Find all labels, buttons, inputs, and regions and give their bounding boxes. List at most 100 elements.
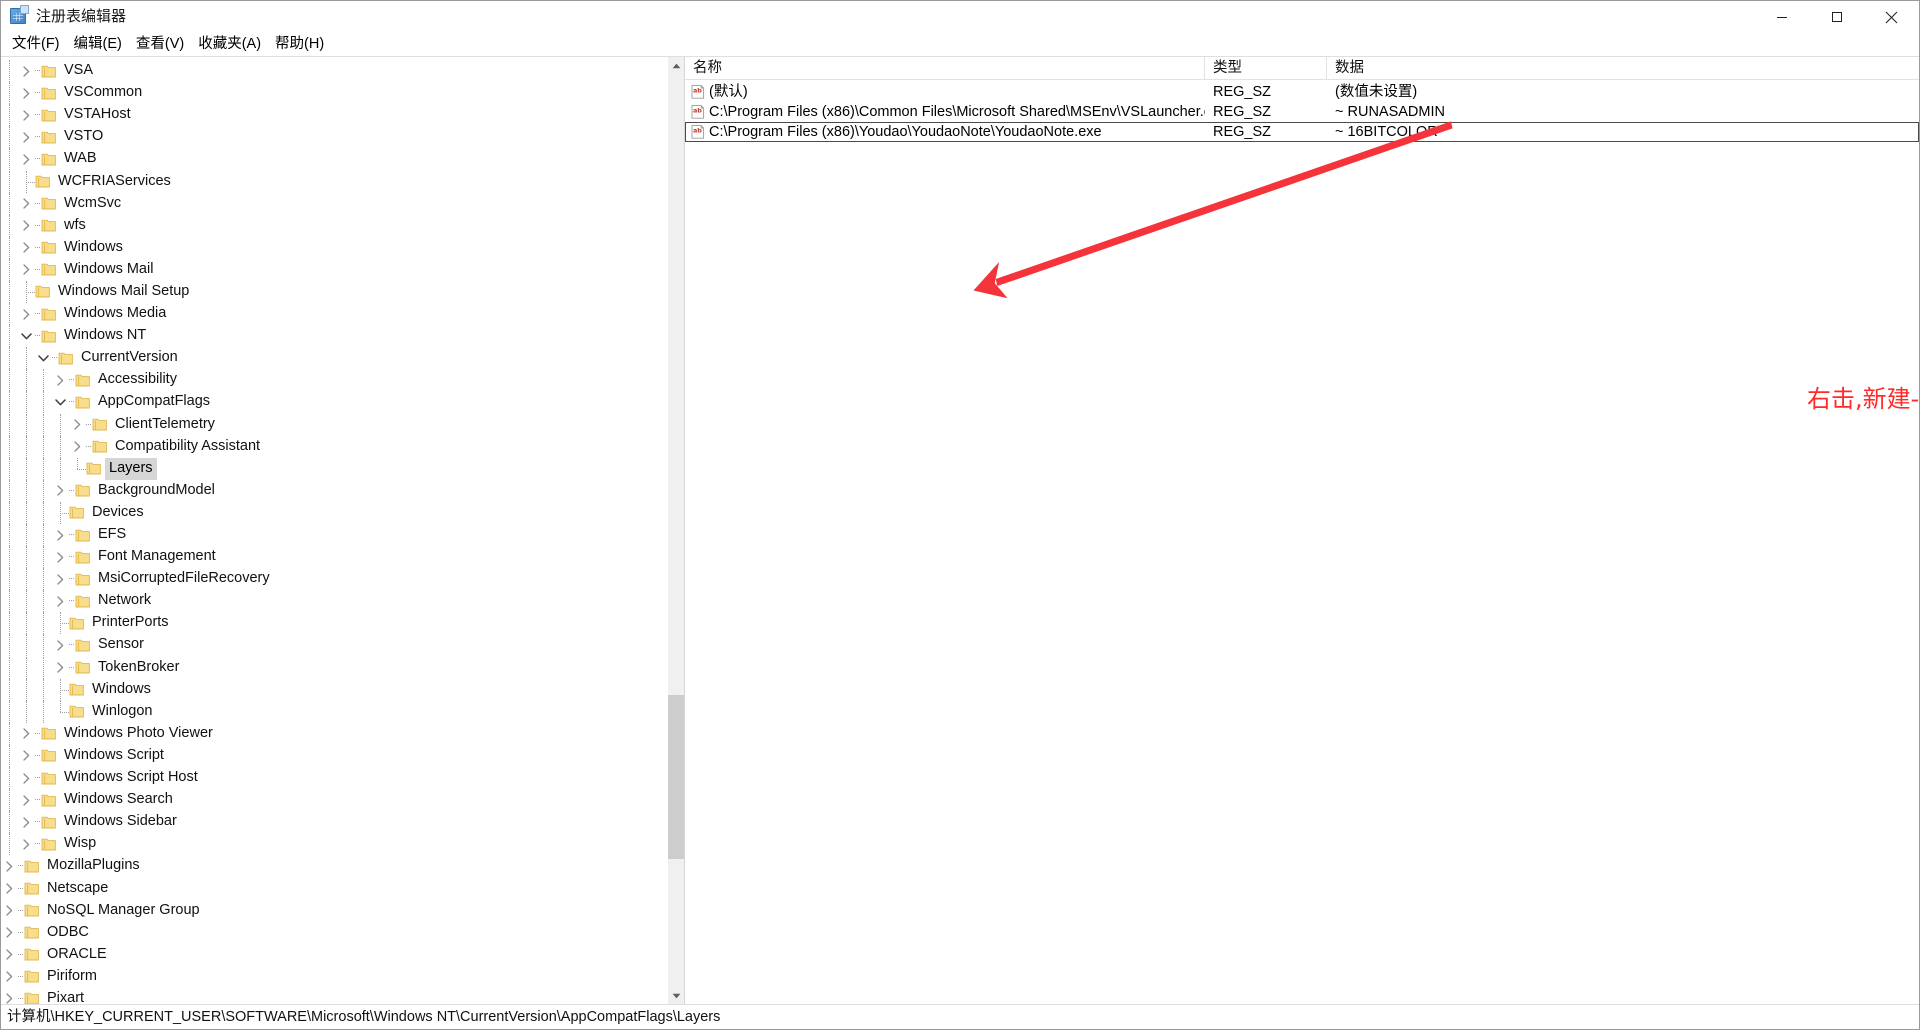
chevron-right-icon[interactable] xyxy=(52,658,69,678)
tree-item-windows-search[interactable]: Windows Search xyxy=(1,789,667,812)
chevron-right-icon[interactable] xyxy=(69,415,86,435)
chevron-right-icon[interactable] xyxy=(1,989,18,1004)
table-row[interactable]: ab C:\Program Files (x86)\Common Files\Mi… xyxy=(685,102,1919,122)
tree-item-oracle[interactable]: ORACLE xyxy=(1,944,667,966)
tree-item-clienttelemetry[interactable]: ClientTelemetry xyxy=(1,413,667,436)
table-row[interactable]: ab (默认) REG_SZ (数值未设置) xyxy=(685,82,1919,102)
chevron-right-icon[interactable] xyxy=(52,370,69,390)
chevron-right-icon[interactable] xyxy=(18,304,35,324)
tree-item-windows-mail-setup[interactable]: Windows Mail Setup xyxy=(1,280,667,303)
tree-item-mozillaplugins[interactable]: MozillaPlugins xyxy=(1,855,667,877)
tree-item-nosql-manager-group[interactable]: NoSQL Manager Group xyxy=(1,900,667,922)
tree-item-backgroundmodel[interactable]: BackgroundModel xyxy=(1,479,667,502)
tree-item-windows-nt[interactable]: Windows NT xyxy=(1,325,667,348)
tree-item-wcmsvc[interactable]: WcmSvc xyxy=(1,192,667,215)
chevron-right-icon[interactable] xyxy=(52,569,69,589)
menu-file[interactable]: 文件(F) xyxy=(5,34,67,56)
tree-vertical-scrollbar[interactable] xyxy=(667,57,684,1004)
registry-tree[interactable]: VSA VSCommon VSTAHost VSTO WAB WCFRIAServices… xyxy=(1,57,667,1004)
tree-item-piriform[interactable]: Piriform xyxy=(1,966,667,988)
close-button[interactable] xyxy=(1864,1,1919,33)
tree-item-windows[interactable]: Windows xyxy=(1,236,667,259)
tree-item-appcompatflags[interactable]: AppCompatFlags xyxy=(1,391,667,414)
tree-item-msicorruptedfilerecovery[interactable]: MsiCorruptedFileRecovery xyxy=(1,568,667,591)
chevron-right-icon[interactable] xyxy=(52,635,69,655)
tree-scrollbar-thumb[interactable] xyxy=(668,694,684,860)
chevron-right-icon[interactable] xyxy=(18,238,35,258)
chevron-right-icon[interactable] xyxy=(1,856,18,876)
scroll-up-arrow-icon[interactable] xyxy=(668,57,684,74)
tree-item-windows-photo-viewer[interactable]: Windows Photo Viewer xyxy=(1,722,667,745)
tree-item-windows-script[interactable]: Windows Script xyxy=(1,744,667,767)
chevron-right-icon[interactable] xyxy=(18,768,35,788)
tree-item-vstahost[interactable]: VSTAHost xyxy=(1,104,667,127)
chevron-right-icon[interactable] xyxy=(18,790,35,810)
menu-help[interactable]: 帮助(H) xyxy=(268,34,331,56)
column-header-data[interactable]: 数据 xyxy=(1327,57,1919,79)
tree-item-winlogon[interactable]: Winlogon xyxy=(1,700,667,723)
chevron-right-icon[interactable] xyxy=(1,945,18,965)
chevron-right-icon[interactable] xyxy=(18,127,35,147)
chevron-right-icon[interactable] xyxy=(52,481,69,501)
tree-item-sensor[interactable]: Sensor xyxy=(1,634,667,657)
chevron-right-icon[interactable] xyxy=(18,724,35,744)
tree-item-tokenbroker[interactable]: TokenBroker xyxy=(1,656,667,679)
chevron-right-icon[interactable] xyxy=(1,923,18,943)
chevron-right-icon[interactable] xyxy=(18,194,35,214)
column-header-type[interactable]: 类型 xyxy=(1205,57,1327,79)
tree-item-wab[interactable]: WAB xyxy=(1,148,667,171)
chevron-right-icon[interactable] xyxy=(18,216,35,236)
tree-item-accessibility[interactable]: Accessibility xyxy=(1,369,667,392)
scroll-down-arrow-icon[interactable] xyxy=(668,987,684,1004)
tree-item-devices[interactable]: Devices xyxy=(1,501,667,524)
chevron-right-icon[interactable] xyxy=(18,746,35,766)
tree-item-compatibility-assistant[interactable]: Compatibility Assistant xyxy=(1,435,667,458)
maximize-button[interactable] xyxy=(1809,1,1864,33)
chevron-right-icon[interactable] xyxy=(18,834,35,854)
chevron-right-icon[interactable] xyxy=(18,812,35,832)
chevron-down-icon[interactable] xyxy=(35,348,52,368)
menu-edit[interactable]: 编辑(E) xyxy=(67,34,129,56)
chevron-right-icon[interactable] xyxy=(1,967,18,987)
tree-item-efs[interactable]: EFS xyxy=(1,524,667,547)
tree-item-odbc[interactable]: ODBC xyxy=(1,922,667,944)
chevron-right-icon[interactable] xyxy=(1,901,18,921)
tree-item-windows-script-host[interactable]: Windows Script Host xyxy=(1,767,667,790)
chevron-right-icon[interactable] xyxy=(52,591,69,611)
tree-item-vscommon[interactable]: VSCommon xyxy=(1,82,667,105)
tree-item-windows[interactable]: Windows xyxy=(1,678,667,701)
tree-item-wcfriaservices[interactable]: WCFRIAServices xyxy=(1,170,667,193)
tree-item-netscape[interactable]: Netscape xyxy=(1,877,667,899)
tree-item-network[interactable]: Network xyxy=(1,590,667,613)
table-row[interactable]: ab C:\Program Files (x86)\Youdao\YoudaoNo… xyxy=(685,122,1919,142)
tree-item-vsa[interactable]: VSA xyxy=(1,60,667,83)
chevron-right-icon[interactable] xyxy=(69,437,86,457)
title-bar[interactable]: 注册表编辑器 xyxy=(1,1,1919,33)
chevron-down-icon[interactable] xyxy=(18,326,35,346)
tree-item-printerports[interactable]: PrinterPorts xyxy=(1,612,667,635)
chevron-down-icon[interactable] xyxy=(52,392,69,412)
tree-item-currentversion[interactable]: CurrentVersion xyxy=(1,347,667,370)
tree-item-pixart[interactable]: Pixart xyxy=(1,988,667,1004)
tree-item-wfs[interactable]: wfs xyxy=(1,214,667,237)
chevron-right-icon[interactable] xyxy=(18,149,35,169)
chevron-right-icon[interactable] xyxy=(18,105,35,125)
values-list[interactable]: ab (默认) REG_SZ (数值未设置) ab C:\Program Files (x… xyxy=(685,80,1919,1004)
chevron-right-icon[interactable] xyxy=(52,525,69,545)
tree-item-wisp[interactable]: Wisp xyxy=(1,833,667,856)
column-header-name[interactable]: 名称 xyxy=(685,57,1205,79)
tree-item-windows-media[interactable]: Windows Media xyxy=(1,303,667,326)
menu-favorites[interactable]: 收藏夹(A) xyxy=(191,34,268,56)
tree-item-windows-mail[interactable]: Windows Mail xyxy=(1,258,667,281)
minimize-button[interactable] xyxy=(1754,1,1809,33)
tree-item-font-management[interactable]: Font Management xyxy=(1,546,667,569)
chevron-right-icon[interactable] xyxy=(1,879,18,899)
tree-item-layers[interactable]: Layers xyxy=(1,457,667,480)
chevron-right-icon[interactable] xyxy=(18,260,35,280)
chevron-right-icon[interactable] xyxy=(18,61,35,81)
chevron-right-icon[interactable] xyxy=(52,547,69,567)
menu-view[interactable]: 查看(V) xyxy=(129,34,191,56)
tree-item-vsto[interactable]: VSTO xyxy=(1,126,667,149)
tree-item-windows-sidebar[interactable]: Windows Sidebar xyxy=(1,811,667,834)
tree-scrollbar-track[interactable] xyxy=(668,74,684,987)
